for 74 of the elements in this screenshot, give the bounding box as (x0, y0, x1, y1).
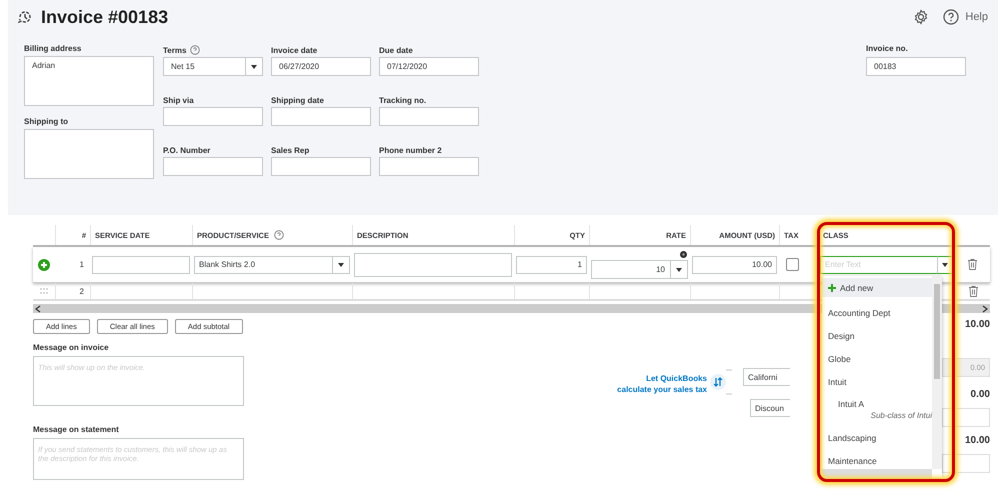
billing-address-field[interactable]: Adrian (24, 56, 154, 106)
field-label: Ship via (163, 96, 194, 104)
horizontal-scrollbar[interactable] (822, 469, 932, 478)
class-option[interactable]: Accounting Dept (822, 301, 932, 324)
dropdown-button[interactable] (937, 256, 953, 274)
terms-select[interactable]: Net 15 (163, 57, 263, 76)
tax-checkbox[interactable] (786, 258, 799, 271)
help-icon[interactable] (943, 9, 960, 25)
vertical-scrollbar[interactable] (932, 276, 942, 469)
deposit-field[interactable] (942, 454, 990, 473)
caret-icon (942, 262, 948, 266)
input-field[interactable]: 07/12/2020 (379, 57, 479, 76)
field-label: P.O. Number (163, 146, 210, 154)
info-icon (680, 251, 687, 258)
field-label: Invoice no. (866, 44, 909, 55)
drag-handle-icon[interactable] (40, 288, 48, 294)
field-label: Phone number 2 (379, 146, 442, 154)
field-label: Shipping to (24, 117, 69, 128)
field-label: Due date (379, 46, 413, 54)
quantity-field[interactable]: 1 (516, 256, 587, 274)
class-option[interactable]: Maintenance (822, 449, 932, 472)
scroll-left-icon[interactable] (35, 304, 41, 312)
field-label: Message on invoice (33, 343, 109, 352)
shipping-address-field[interactable] (24, 129, 154, 179)
field-label: Terms (163, 46, 186, 54)
input-field[interactable] (163, 157, 263, 176)
tax-rate-select[interactable]: Californi (743, 368, 790, 386)
sales-tax-link[interactable]: Let QuickBooks calculate your sales tax (612, 373, 707, 395)
sort-arrows-icon[interactable] (709, 369, 733, 395)
total-amount: 10.00 (964, 435, 990, 446)
field-label: Message on statement (33, 425, 119, 434)
field-label: Tracking no. (379, 96, 426, 104)
help-link[interactable]: Help (965, 11, 988, 23)
row-number: 1 (80, 260, 84, 269)
discount-value-field[interactable] (942, 408, 990, 427)
add-new-option[interactable]: Add new (822, 278, 932, 297)
input-field[interactable] (379, 107, 479, 126)
class-option[interactable]: Intuit (822, 370, 932, 393)
help-icon[interactable] (274, 230, 284, 240)
subtotal-amount: 10.00 (964, 319, 990, 330)
service-date-field[interactable] (92, 256, 190, 274)
amount-field[interactable]: 10.00 (692, 256, 777, 274)
class-option[interactable]: Design (822, 324, 932, 347)
delete-icon[interactable] (968, 259, 977, 270)
class-option[interactable]: Intuit A Sub-class of Intui (822, 393, 932, 426)
add-icon[interactable] (38, 258, 50, 270)
invoice-title: Invoice #00183 (41, 6, 168, 28)
rate-select[interactable]: 10 (591, 260, 688, 279)
class-option[interactable]: Globe (822, 347, 932, 370)
delete-icon[interactable] (968, 286, 978, 296)
description-field[interactable] (354, 252, 512, 276)
caret-icon (338, 262, 344, 266)
field-label: Invoice date (271, 46, 318, 54)
help-icon[interactable] (190, 45, 200, 55)
input-field[interactable] (271, 107, 371, 126)
caret-icon (676, 268, 682, 272)
input-field[interactable]: 06/27/2020 (271, 57, 371, 76)
discount-amount: 0.00 (970, 389, 990, 400)
input-field[interactable] (379, 157, 479, 176)
input-field[interactable] (271, 157, 371, 176)
discount-select[interactable]: Discoun (750, 399, 790, 417)
product-select[interactable]: Blank Shirts 2.0 (194, 256, 350, 274)
caret-icon (251, 64, 257, 68)
plus-icon (828, 284, 836, 292)
field-label: Billing address (24, 44, 82, 55)
class-option[interactable]: Landscaping (822, 426, 932, 449)
input-field[interactable] (163, 107, 263, 126)
scroll-right-icon[interactable] (982, 304, 988, 312)
history-icon[interactable] (17, 9, 33, 25)
invoice-number-field[interactable]: 00183 (866, 57, 966, 76)
field-label: Shipping date (271, 96, 324, 104)
field-label: Sales Rep (271, 146, 310, 154)
row-number: 2 (80, 286, 84, 296)
settings-icon[interactable] (913, 9, 930, 25)
